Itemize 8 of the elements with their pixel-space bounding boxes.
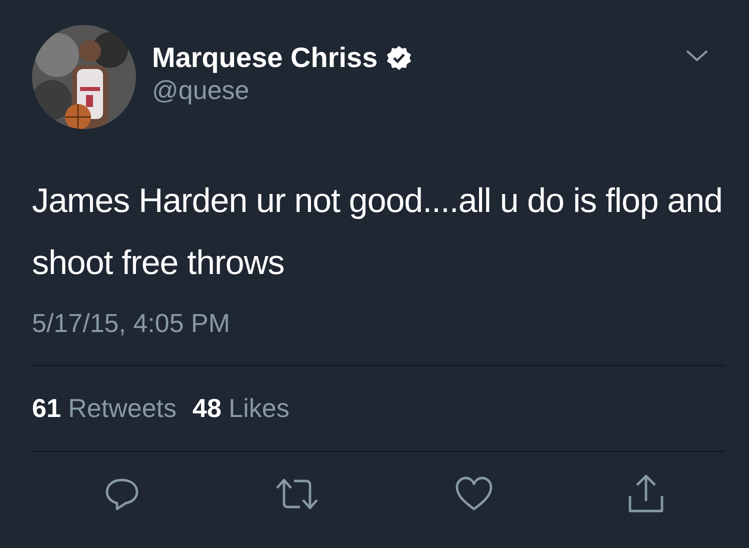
display-name: Marquese Chriss xyxy=(152,41,378,75)
stat-count[interactable]: 61 Retweets xyxy=(32,393,177,423)
dropdown-caret-icon[interactable] xyxy=(685,49,709,63)
tweet-text: James Harden ur not good....all u do is flop and shoot free throws xyxy=(32,181,724,284)
share-icon[interactable] xyxy=(626,474,665,514)
user-handle: @quese xyxy=(152,75,250,105)
tweet-timestamp: 5/17/15, 4:05 PM xyxy=(32,308,232,338)
stat-count[interactable]: 48 Likes xyxy=(192,393,290,423)
